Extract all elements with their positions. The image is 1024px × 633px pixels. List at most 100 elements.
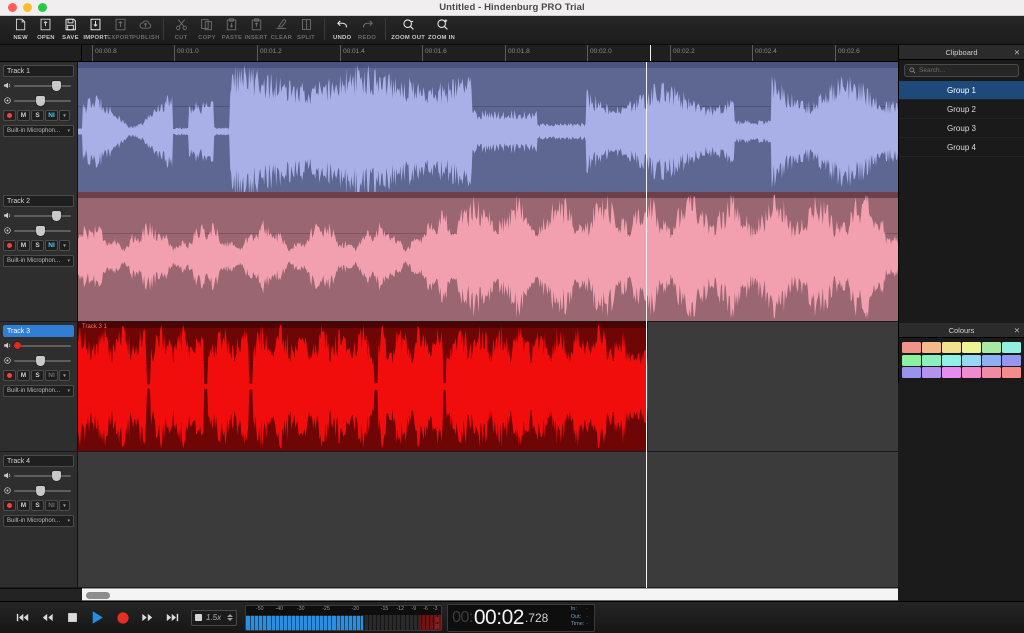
track-lane[interactable]: Track 3 1 [78, 322, 898, 452]
colour-swatch[interactable] [902, 355, 921, 366]
import-button[interactable]: IMPORT [83, 16, 108, 45]
close-icon[interactable]: ✕ [1014, 323, 1020, 338]
speed-increase-icon[interactable] [227, 614, 233, 617]
colour-swatch[interactable] [902, 342, 921, 353]
colour-swatch[interactable] [922, 342, 941, 353]
track-options-button[interactable]: ▾ [59, 240, 70, 251]
track-header[interactable]: Track 1 MSNI▾ Built-in Microphon...▾ [0, 62, 78, 202]
track-name-field[interactable]: Track 4 [3, 455, 74, 467]
track-name-field[interactable]: Track 1 [3, 65, 74, 77]
split-button[interactable]: SPLIT [294, 16, 319, 45]
track-mute-button[interactable]: M [17, 240, 30, 251]
skip-to-end-button[interactable] [160, 606, 185, 630]
pan-slider-knob[interactable] [36, 226, 45, 236]
track-name-field[interactable]: Track 2 [3, 195, 74, 207]
pan-slider-track[interactable] [14, 490, 71, 492]
clipboard-group-item[interactable]: Group 3 [899, 119, 1024, 138]
new-button[interactable]: NEW [8, 16, 33, 45]
colour-swatch[interactable] [962, 367, 981, 378]
save-button[interactable]: SAVE [58, 16, 83, 45]
pan-slider-row[interactable] [3, 224, 74, 237]
colour-swatch[interactable] [982, 342, 1001, 353]
track-input-select[interactable]: Built-in Microphon...▾ [3, 125, 74, 137]
volume-slider-knob[interactable] [14, 342, 21, 349]
track-mute-button[interactable]: M [17, 110, 30, 121]
audio-clip[interactable] [78, 192, 898, 321]
zoom-in-button[interactable]: ZOOM IN [425, 16, 459, 45]
open-button[interactable]: OPEN [33, 16, 58, 45]
clipboard-group-item[interactable]: Group 2 [899, 100, 1024, 119]
colour-swatch[interactable] [982, 367, 1001, 378]
volume-slider-track[interactable] [14, 345, 71, 347]
zoom-out-button[interactable]: ZOOM OUT [391, 16, 425, 45]
track-record-arm-button[interactable] [3, 370, 16, 381]
timecode-display[interactable]: 00: 00:02 .728 In: Out: Time: - - - [447, 604, 595, 632]
track-ni-button[interactable]: NI [45, 240, 58, 251]
clipboard-group-item[interactable]: Group 4 [899, 138, 1024, 157]
speed-stepper[interactable] [227, 614, 233, 621]
track-solo-button[interactable]: S [31, 110, 44, 121]
volume-slider-knob[interactable] [52, 471, 61, 481]
volume-slider-track[interactable] [14, 85, 71, 87]
volume-slider-knob[interactable] [52, 81, 61, 91]
colour-swatch[interactable] [982, 355, 1001, 366]
horizontal-scrollbar[interactable] [82, 588, 898, 601]
track-record-arm-button[interactable] [3, 110, 16, 121]
volume-slider-row[interactable] [3, 469, 74, 482]
scrollbar-thumb[interactable] [86, 592, 110, 599]
pan-slider-track[interactable] [14, 360, 71, 362]
track-lane[interactable] [78, 62, 898, 202]
track-mute-button[interactable]: M [17, 500, 30, 511]
copy-button[interactable]: COPY [194, 16, 219, 45]
colour-swatch[interactable] [962, 355, 981, 366]
track-row[interactable]: Track 1 MSNI▾ Built-in Microphon...▾ [0, 62, 898, 202]
clipboard-group-item[interactable]: Group 1 [899, 81, 1024, 100]
track-ni-button[interactable]: NI [45, 370, 58, 381]
cut-button[interactable]: CUT [169, 16, 194, 45]
volume-slider-row[interactable] [3, 209, 74, 222]
track-input-select[interactable]: Built-in Microphon...▾ [3, 515, 74, 527]
stop-button[interactable] [60, 606, 85, 630]
skip-to-start-button[interactable] [10, 606, 35, 630]
paste-button[interactable]: PASTE [219, 16, 244, 45]
pan-slider-row[interactable] [3, 484, 74, 497]
rewind-button[interactable] [35, 606, 60, 630]
track-ni-button[interactable]: NI [45, 110, 58, 121]
track-row[interactable]: Track 2 MSNI▾ Built-in Microphon...▾ [0, 192, 898, 322]
clipboard-search[interactable] [904, 64, 1019, 77]
colour-swatch[interactable] [922, 355, 941, 366]
track-input-select[interactable]: Built-in Microphon...▾ [3, 255, 74, 267]
undo-button[interactable]: UNDO [330, 16, 355, 45]
track-name-field[interactable]: Track 3 [3, 325, 74, 337]
insert-button[interactable]: INSERT [244, 16, 269, 45]
clear-button[interactable]: CLEAR [269, 16, 294, 45]
colour-swatch[interactable] [1002, 342, 1021, 353]
pan-slider-knob[interactable] [36, 486, 45, 496]
colour-swatch[interactable] [902, 367, 921, 378]
pan-slider-knob[interactable] [36, 96, 45, 106]
redo-button[interactable]: REDO [355, 16, 380, 45]
track-solo-button[interactable]: S [31, 240, 44, 251]
track-header[interactable]: Track 2 MSNI▾ Built-in Microphon...▾ [0, 192, 78, 322]
export-button[interactable]: EXPORT [108, 16, 133, 45]
pan-slider-track[interactable] [14, 100, 71, 102]
pan-slider-knob[interactable] [36, 356, 45, 366]
volume-slider-track[interactable] [14, 215, 71, 217]
track-row[interactable]: Track 4MSNI▾Built-in Microphon...▾ [0, 452, 898, 588]
playback-speed-control[interactable]: 1.5x [191, 610, 237, 626]
record-button[interactable] [110, 606, 135, 630]
pan-slider-track[interactable] [14, 230, 71, 232]
track-mute-button[interactable]: M [17, 370, 30, 381]
track-options-button[interactable]: ▾ [59, 110, 70, 121]
track-record-arm-button[interactable] [3, 240, 16, 251]
play-button[interactable] [85, 606, 110, 630]
colour-swatch[interactable] [942, 367, 961, 378]
track-input-select[interactable]: Built-in Microphon...▾ [3, 385, 74, 397]
colour-swatch[interactable] [1002, 355, 1021, 366]
colour-swatch[interactable] [922, 367, 941, 378]
track-lane[interactable] [78, 192, 898, 322]
volume-slider-row[interactable] [3, 339, 74, 352]
close-icon[interactable]: ✕ [1014, 45, 1020, 60]
pan-slider-row[interactable] [3, 354, 74, 367]
colour-swatch[interactable] [962, 342, 981, 353]
